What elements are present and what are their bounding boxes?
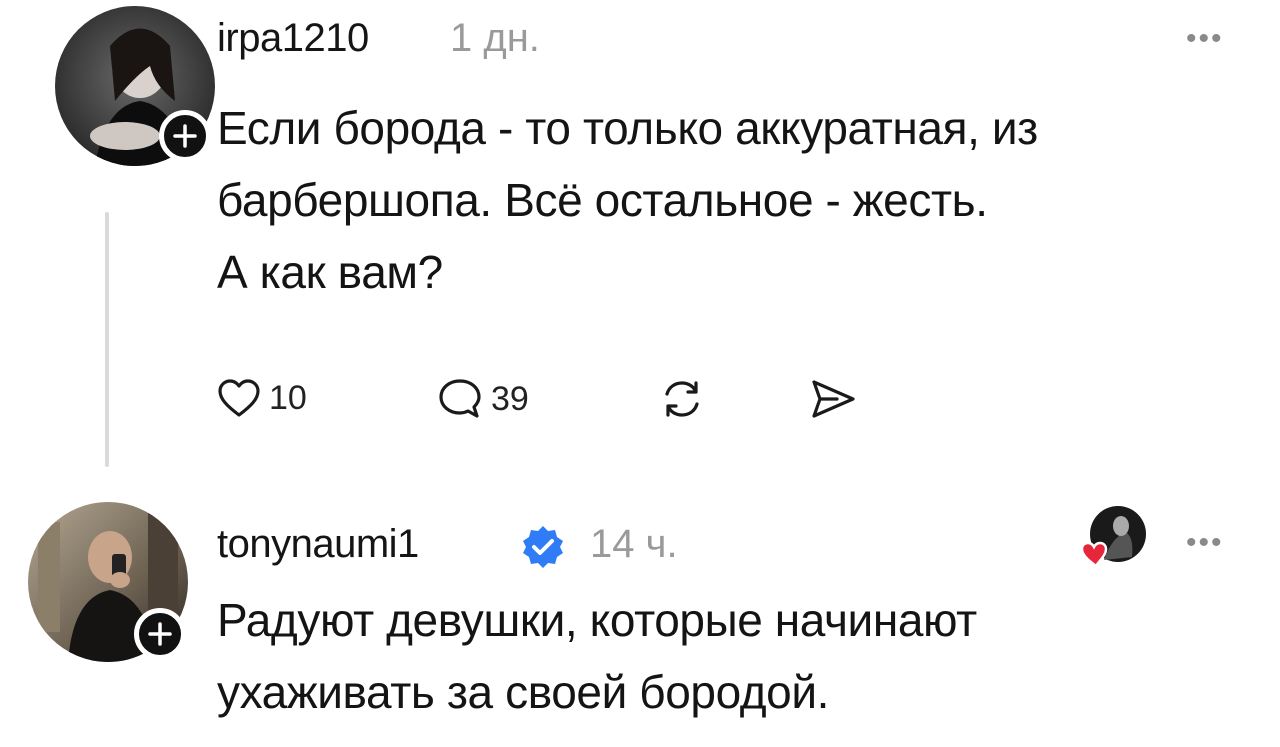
verified-badge-icon — [520, 524, 566, 575]
username[interactable]: irpa1210 — [217, 16, 369, 61]
post-actions: 10 39 — [217, 372, 917, 432]
post-tonynaumi1: tonynaumi1 14 ч. ••• Радуют девушки, кот… — [0, 480, 1280, 747]
post-time: 14 ч. — [590, 522, 678, 566]
post-text-line: Если борода - то только аккуратная, из — [217, 102, 1038, 154]
more-options-button[interactable]: ••• — [1186, 526, 1224, 560]
share-button[interactable] — [809, 378, 857, 420]
like-count: 10 — [269, 378, 307, 417]
post-text: Если борода - то только аккуратная, из б… — [217, 92, 1038, 308]
repost-button[interactable] — [659, 378, 705, 420]
post-text-line: ухаживать за своей бородой. — [217, 666, 830, 718]
post-text-line: Радуют девушки, которые начинают — [217, 594, 977, 646]
share-icon — [812, 380, 855, 418]
post-time: 1 дн. — [450, 16, 540, 60]
thread-line — [105, 212, 109, 467]
post-irpa1210: irpa1210 1 дн. ••• Если борода - то толь… — [0, 0, 1280, 480]
avatar-tonynaumi1-wrap[interactable] — [28, 502, 188, 662]
plus-icon — [148, 622, 172, 646]
reply-count: 39 — [491, 379, 529, 418]
reply-button[interactable]: 39 — [437, 376, 529, 422]
post-text-line: А как вам? — [217, 246, 443, 298]
avatar-irpa1210-wrap[interactable] — [55, 6, 215, 166]
repost-icon — [665, 381, 699, 417]
liked-by-author-indicator[interactable] — [1076, 502, 1146, 572]
post-text: Радуют девушки, которые начинают ухажива… — [217, 584, 977, 728]
post-text-line: барбершопа. Всё остальное - жесть. — [217, 174, 988, 226]
plus-icon — [173, 124, 197, 148]
username[interactable]: tonynaumi1 — [217, 522, 419, 567]
follow-plus-button[interactable] — [159, 110, 211, 162]
more-options-button[interactable]: ••• — [1186, 22, 1224, 56]
comment-icon — [439, 379, 481, 418]
heart-icon — [218, 379, 260, 417]
follow-plus-button[interactable] — [134, 608, 186, 660]
like-button[interactable]: 10 — [217, 378, 307, 418]
